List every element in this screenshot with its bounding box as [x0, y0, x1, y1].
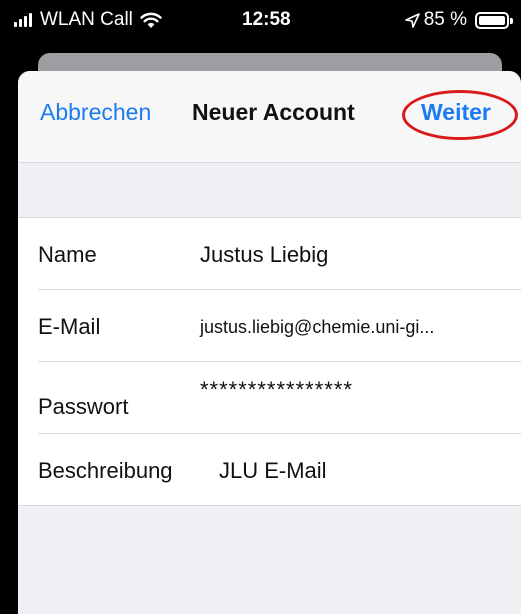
- phone-screen: WLAN Call 12:58 85 % Abbrechen Neuer Acc…: [0, 0, 521, 614]
- navigation-bar: Abbrechen Neuer Account Weiter: [18, 71, 521, 163]
- password-label: Passwort: [38, 394, 129, 419]
- new-account-sheet: Abbrechen Neuer Account Weiter Name Just…: [18, 71, 521, 614]
- description-row[interactable]: Beschreibung JLU E-Mail: [38, 434, 521, 505]
- name-field[interactable]: Justus Liebig: [200, 242, 328, 268]
- status-left: WLAN Call: [14, 6, 162, 34]
- status-time: 12:58: [242, 9, 291, 30]
- name-label: Name: [38, 242, 97, 267]
- battery-percent: 85 %: [423, 9, 467, 30]
- next-button[interactable]: Weiter: [421, 99, 491, 126]
- cancel-button[interactable]: Abbrechen: [40, 99, 151, 126]
- name-row[interactable]: Name Justus Liebig: [38, 218, 521, 290]
- email-label: E-Mail: [38, 314, 101, 339]
- page-title: Neuer Account: [192, 99, 355, 125]
- description-field[interactable]: JLU E-Mail: [219, 458, 327, 484]
- status-right: 85 %: [404, 6, 513, 34]
- description-label: Beschreibung: [38, 458, 173, 483]
- email-row[interactable]: E-Mail justus.liebig@chemie.uni-gi...: [38, 290, 521, 362]
- password-field[interactable]: ****************: [200, 377, 353, 403]
- battery-icon: [475, 11, 513, 29]
- status-bar: WLAN Call 12:58 85 %: [0, 0, 521, 52]
- password-row[interactable]: Passwort ****************: [38, 362, 521, 434]
- carrier-label: WLAN Call: [40, 9, 133, 30]
- account-form: Name Justus Liebig E-Mail justus.liebig@…: [18, 217, 521, 506]
- wifi-icon: [140, 12, 162, 28]
- cellular-signal-icon: [14, 13, 34, 27]
- email-field[interactable]: justus.liebig@chemie.uni-gi...: [200, 317, 434, 338]
- location-arrow-icon: [404, 12, 420, 28]
